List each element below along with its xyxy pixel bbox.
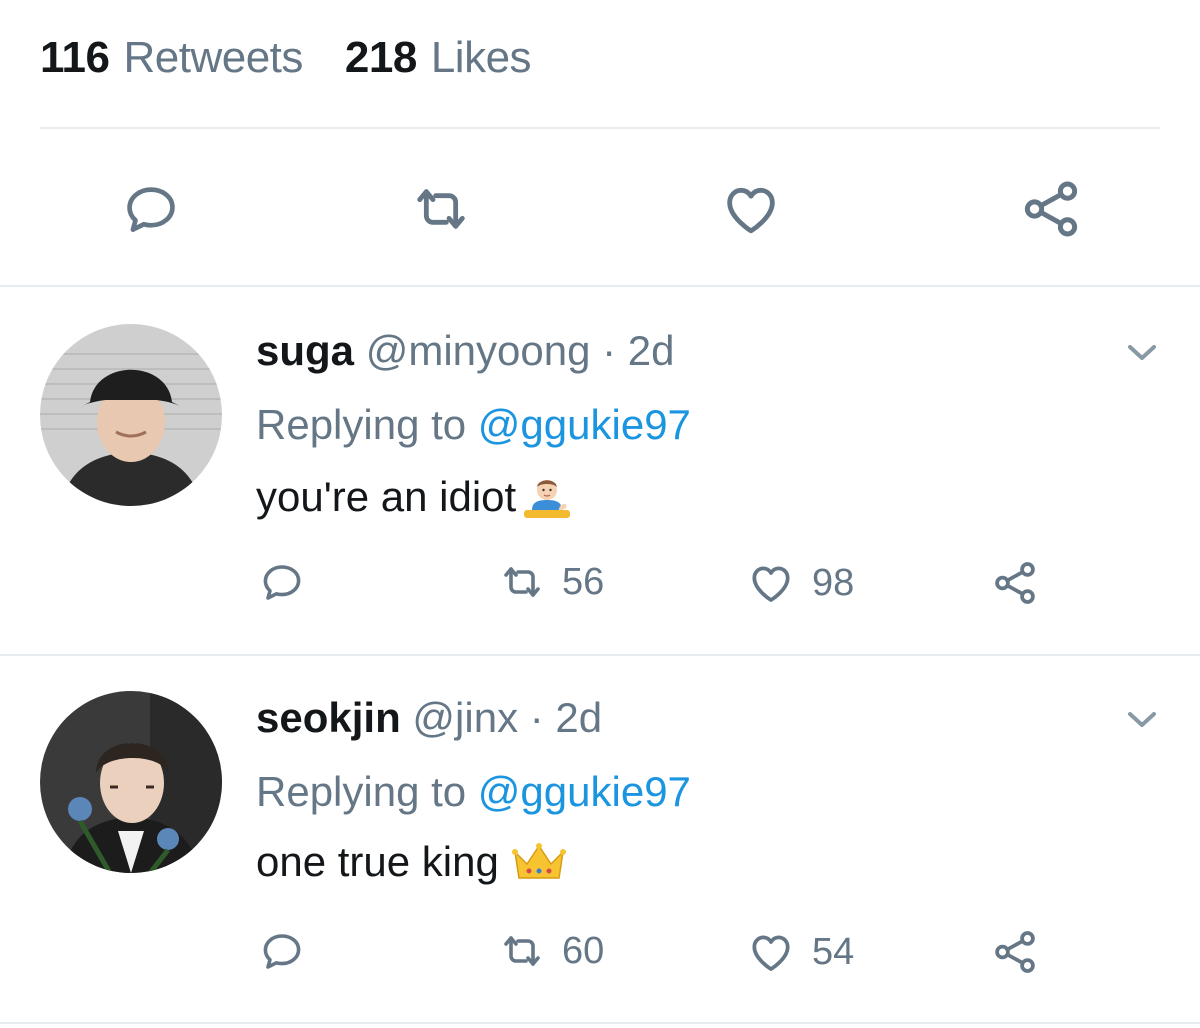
avatar[interactable] (40, 324, 222, 506)
heart-icon (752, 566, 790, 602)
bottom-divider (0, 1022, 1200, 1024)
user-handle[interactable]: @minyoong (366, 327, 591, 374)
stats-divider (40, 127, 1160, 129)
retweet-icon (504, 567, 540, 597)
display-name[interactable]: suga (256, 327, 354, 374)
user-handle[interactable]: @jinx (412, 694, 518, 741)
reply-button[interactable] (258, 558, 306, 606)
share-button[interactable] (1016, 174, 1086, 244)
retweets-label[interactable]: Retweets (123, 33, 303, 83)
replying-prefix: Replying to (256, 768, 467, 815)
share-icon (995, 562, 1035, 604)
mention-link[interactable]: @ggukie97 (478, 401, 691, 448)
retweet-icon (417, 189, 465, 229)
person-tipping-hand-emoji (524, 480, 571, 518)
likes-label[interactable]: Likes (431, 33, 532, 83)
mention-link[interactable]: @ggukie97 (478, 768, 691, 815)
tweet-text: you're an idiot (256, 473, 517, 520)
tweet-text: one true king (256, 838, 499, 885)
like-button[interactable] (718, 176, 784, 242)
like-count: 54 (812, 930, 855, 973)
reply-button[interactable] (118, 176, 184, 242)
like-button[interactable]: 54 (746, 927, 854, 977)
retweet-icon (504, 936, 540, 966)
crown-emoji (511, 843, 566, 879)
share-icon (995, 931, 1035, 973)
heart-icon (727, 187, 775, 234)
avatar[interactable] (40, 691, 222, 873)
reply-body: one true king (256, 837, 567, 887)
chevron-down-icon (1128, 712, 1156, 727)
reply-tweet[interactable]: suga @minyoong · 2d Replying to @ggukie9… (0, 286, 1200, 654)
separator: · (602, 327, 617, 374)
reply-header: suga @minyoong · 2d (256, 326, 675, 376)
reply-icon (263, 934, 301, 969)
display-name[interactable]: seokjin (256, 694, 401, 741)
retweet-count: 56 (562, 560, 605, 603)
reply-header: seokjin @jinx · 2d (256, 693, 602, 743)
share-button[interactable] (990, 927, 1040, 977)
more-options-button[interactable] (1118, 695, 1166, 743)
user-avatar-image (40, 691, 222, 873)
replying-prefix: Replying to (256, 401, 467, 448)
separator: · (529, 694, 544, 741)
retweet-count: 60 (562, 929, 605, 972)
retweet-button[interactable] (408, 176, 474, 242)
reply-tweet[interactable]: seokjin @jinx · 2d Replying to @ggukie97… (0, 655, 1200, 1025)
like-button[interactable]: 98 (746, 558, 854, 608)
reply-button[interactable] (258, 927, 306, 975)
more-options-button[interactable] (1118, 328, 1166, 376)
chevron-down-icon (1128, 345, 1156, 360)
retweet-button[interactable]: 60 (498, 927, 604, 975)
reply-icon (263, 565, 301, 600)
user-avatar-image (40, 324, 222, 506)
replying-to-line: Replying to @ggukie97 (256, 400, 691, 450)
timestamp[interactable]: 2d (555, 694, 602, 741)
like-count: 98 (812, 561, 855, 604)
tweet-stats: 116 Retweets 218 Likes (40, 28, 532, 88)
replying-to-line: Replying to @ggukie97 (256, 767, 691, 817)
tweet-action-bar (0, 160, 1200, 260)
retweet-button[interactable]: 56 (498, 558, 604, 606)
retweets-count[interactable]: 116 (40, 33, 110, 83)
heart-icon (752, 935, 790, 971)
reply-body: you're an idiot (256, 472, 574, 522)
share-icon (1024, 181, 1078, 237)
timestamp[interactable]: 2d (628, 327, 675, 374)
reply-icon (127, 187, 175, 232)
likes-count[interactable]: 218 (345, 33, 417, 83)
share-button[interactable] (990, 558, 1040, 608)
